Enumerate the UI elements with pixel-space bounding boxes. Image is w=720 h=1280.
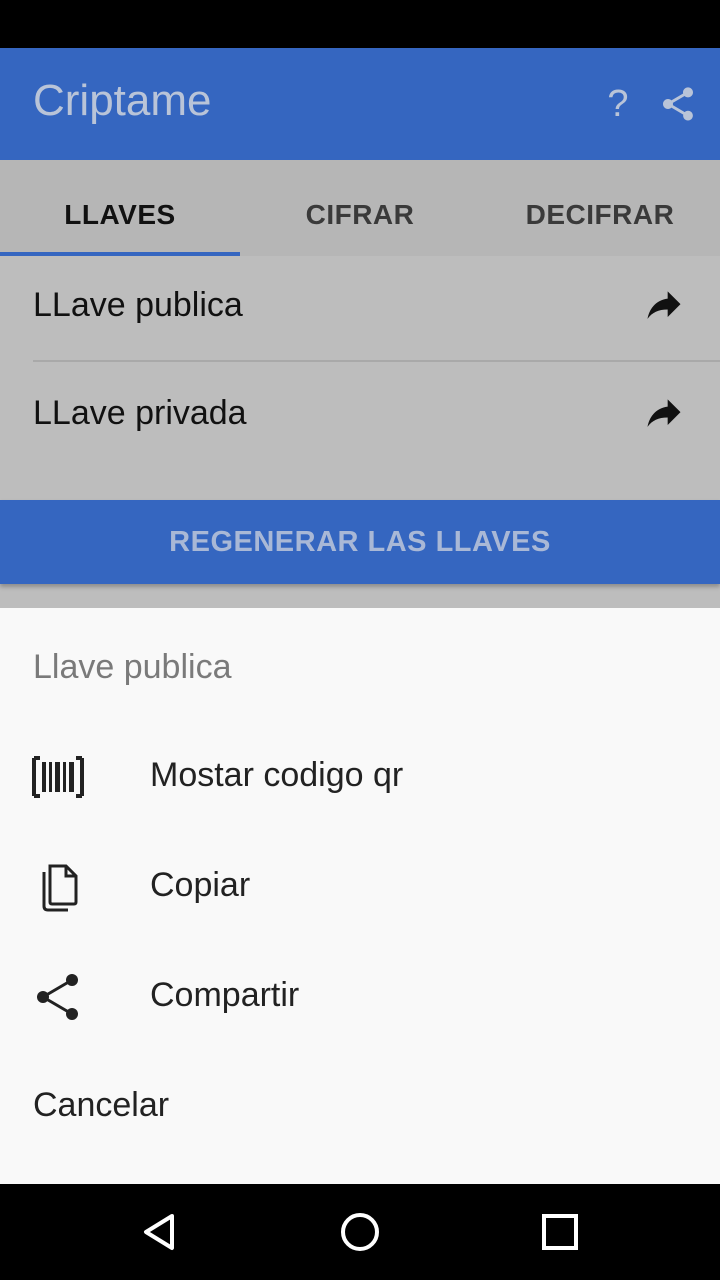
- sheet-item-share[interactable]: Compartir: [0, 942, 720, 1052]
- sheet-item-label: Compartir: [150, 976, 300, 1014]
- cancel-button[interactable]: Cancelar: [33, 1086, 169, 1125]
- back-icon[interactable]: [136, 1208, 184, 1256]
- recents-icon[interactable]: [536, 1208, 584, 1256]
- sheet-item-qr[interactable]: Mostar codigo qr: [0, 722, 720, 832]
- forward-arrow-icon[interactable]: [638, 392, 690, 436]
- divider: [33, 360, 720, 362]
- key-row-public[interactable]: LLave publica: [0, 256, 720, 362]
- sheet-item-copy[interactable]: Copiar: [0, 832, 720, 942]
- home-icon[interactable]: [336, 1208, 384, 1256]
- keys-panel: LLave publica LLave privada REGENERAR LA…: [0, 256, 720, 608]
- copy-icon: [42, 864, 78, 912]
- tab-cifrar[interactable]: CIFRAR: [240, 160, 480, 256]
- share-icon[interactable]: [658, 84, 698, 124]
- regenerate-keys-button[interactable]: REGENERAR LAS LLAVES: [0, 500, 720, 584]
- tab-llaves[interactable]: LLAVES: [0, 160, 240, 256]
- tab-bar: LLAVES CIFRAR DECIFRAR: [0, 160, 720, 256]
- key-row-private[interactable]: LLave privada: [0, 364, 720, 468]
- sheet-item-label: Mostar codigo qr: [150, 756, 404, 794]
- barcode-icon: [32, 756, 84, 798]
- navigation-bar: [0, 1184, 720, 1280]
- app-title: Criptame: [33, 76, 212, 125]
- help-icon[interactable]: ?: [600, 80, 636, 128]
- forward-arrow-icon[interactable]: [638, 284, 690, 328]
- status-bar: [0, 0, 720, 48]
- sheet-item-label: Copiar: [150, 866, 251, 904]
- key-label: LLave privada: [33, 394, 247, 432]
- tab-decifrar[interactable]: DECIFRAR: [480, 160, 720, 256]
- sheet-title: Llave publica: [33, 648, 232, 686]
- key-label: LLave publica: [33, 286, 243, 324]
- app-bar: Criptame ?: [0, 48, 720, 160]
- bottom-sheet: Llave publica Mostar codigo qr Copiar Co…: [0, 608, 720, 1184]
- share-icon: [37, 974, 78, 1020]
